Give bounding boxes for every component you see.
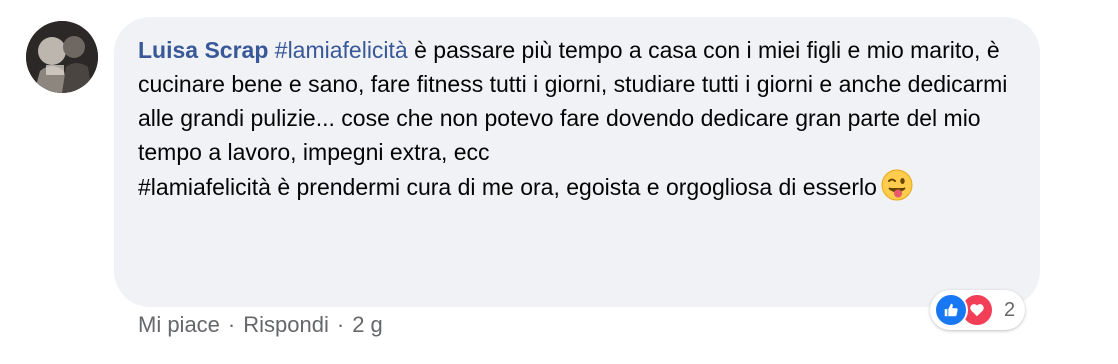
winking-tongue-emoji-icon [881, 169, 913, 201]
separator-dot: · [336, 312, 345, 337]
like-button[interactable]: Mi piace [138, 312, 220, 338]
comment-text: è passare più tempo a casa con i miei fi… [138, 37, 1014, 165]
like-icon [934, 293, 968, 327]
comment-actions: Mi piace · Rispondi · 2 g [138, 312, 383, 338]
comment-text-line-2: #lamiafelicità è prendermi cura di me or… [138, 174, 877, 200]
avatar[interactable] [26, 21, 98, 93]
reply-button[interactable]: Rispondi [243, 312, 329, 338]
timestamp-link[interactable]: 2 g [352, 312, 383, 338]
comment-body: Luisa Scrap #lamiafelicità è passare più… [138, 33, 1018, 204]
reaction-count: 2 [1004, 298, 1016, 321]
comment-author[interactable]: Luisa Scrap [138, 37, 268, 63]
separator-dot: · [227, 312, 236, 337]
reaction-summary[interactable]: 2 [930, 290, 1026, 330]
hashtag-link[interactable]: #lamiafelicità [275, 37, 408, 63]
